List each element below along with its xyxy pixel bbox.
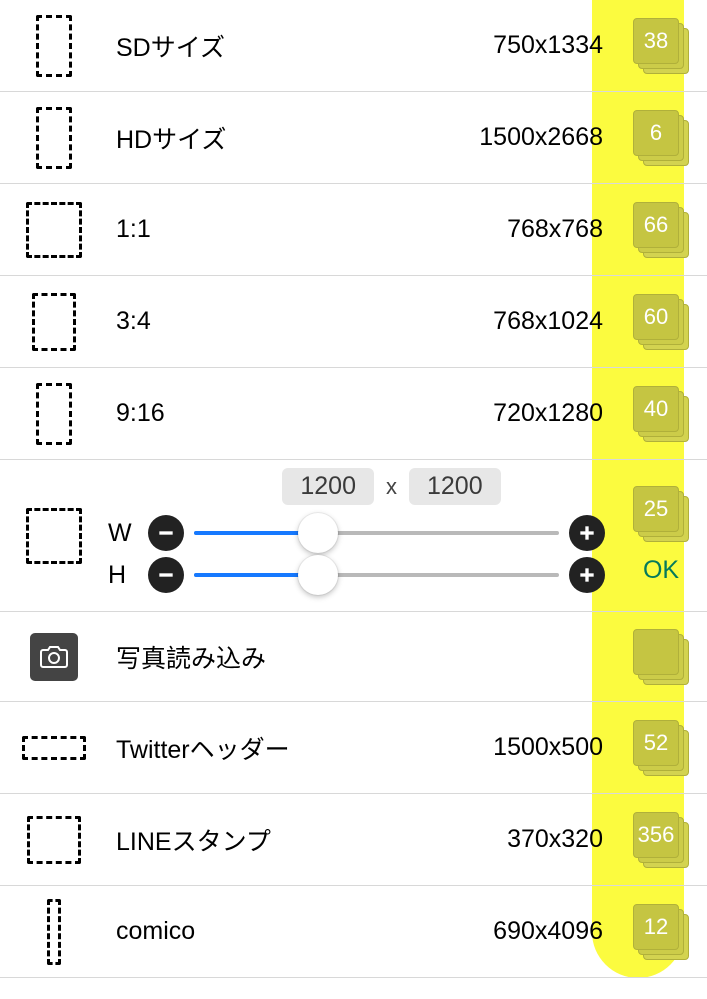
- preset-dimensions: 690x4096: [195, 917, 615, 946]
- layer-badge-count: 6: [633, 110, 679, 156]
- layer-badge-count: 12: [633, 904, 679, 950]
- layer-badge: 356: [633, 812, 689, 868]
- ok-label[interactable]: OK: [643, 556, 679, 585]
- height-slider[interactable]: [194, 557, 559, 593]
- preset-label: LINEスタンプ: [108, 822, 271, 858]
- aspect-icon: [26, 508, 82, 564]
- preset-dimensions: 768x768: [151, 215, 615, 244]
- layer-badge-count: 60: [633, 294, 679, 340]
- preset-row[interactable]: Twitterヘッダー1500x500 52: [0, 702, 707, 794]
- aspect-icon: [22, 736, 86, 760]
- layer-badge-count: 38: [633, 18, 679, 64]
- preset-dimensions: 720x1280: [165, 399, 615, 428]
- preset-dimensions: 1500x2668: [226, 123, 615, 152]
- custom-size-section: 1200 x 1200 WH 25 OK: [0, 460, 707, 612]
- layer-badge: 38: [633, 18, 689, 74]
- height-slider-thumb[interactable]: [298, 555, 338, 595]
- layer-badge: 60: [633, 294, 689, 350]
- dimension-separator: x: [386, 474, 397, 500]
- preset-dimensions: 1500x500: [290, 733, 615, 762]
- layer-badge: [633, 629, 689, 685]
- layer-badge: 40: [633, 386, 689, 442]
- preset-label: 1:1: [108, 215, 151, 244]
- preset-row[interactable]: LINEスタンプ370x320 356: [0, 794, 707, 886]
- aspect-icon: [36, 107, 72, 169]
- layer-badge: 25: [633, 486, 689, 542]
- layer-badge-count: 356: [633, 812, 679, 858]
- width-plus-button[interactable]: [569, 515, 605, 551]
- aspect-icon: [36, 15, 72, 77]
- layer-badge: 12: [633, 904, 689, 960]
- height-plus-button[interactable]: [569, 557, 605, 593]
- layer-badge: 52: [633, 720, 689, 776]
- preset-row[interactable]: SDサイズ750x1334 38: [0, 0, 707, 92]
- preset-dimensions: 768x1024: [151, 307, 615, 336]
- layer-badge-count: [633, 629, 679, 675]
- layer-badge: 66: [633, 202, 689, 258]
- width-slider[interactable]: [194, 515, 559, 551]
- preset-dimensions: 750x1334: [225, 31, 615, 60]
- preset-row[interactable]: HDサイズ1500x2668 6: [0, 92, 707, 184]
- aspect-icon: [36, 383, 72, 445]
- preset-label: comico: [108, 917, 195, 946]
- preset-row[interactable]: 1:1768x768 66: [0, 184, 707, 276]
- width-input[interactable]: 1200: [282, 468, 374, 505]
- width-slider-thumb[interactable]: [298, 513, 338, 553]
- layer-badge-count: 40: [633, 386, 679, 432]
- preset-label: HDサイズ: [108, 120, 226, 156]
- height-minus-button[interactable]: [148, 557, 184, 593]
- layer-badge: 6: [633, 110, 689, 166]
- aspect-icon: [32, 293, 76, 351]
- preset-row[interactable]: 9:16720x1280 40: [0, 368, 707, 460]
- preset-label: 9:16: [108, 399, 165, 428]
- preset-row[interactable]: comico690x4096 12: [0, 886, 707, 978]
- layer-badge-count: 25: [633, 486, 679, 532]
- camera-icon: [30, 633, 78, 681]
- height-input[interactable]: 1200: [409, 468, 501, 505]
- width-label: W: [108, 519, 138, 548]
- preset-label: SDサイズ: [108, 28, 225, 64]
- preset-dimensions: 370x320: [271, 825, 615, 854]
- photo-import-row[interactable]: 写真読み込み: [0, 612, 707, 702]
- photo-import-label: 写真読み込み: [108, 639, 266, 675]
- aspect-icon: [27, 816, 81, 864]
- height-label: H: [108, 561, 138, 590]
- aspect-icon: [26, 202, 82, 258]
- layer-badge-count: 52: [633, 720, 679, 766]
- width-minus-button[interactable]: [148, 515, 184, 551]
- preset-label: 3:4: [108, 307, 151, 336]
- preset-label: Twitterヘッダー: [108, 730, 290, 766]
- preset-row[interactable]: 3:4768x1024 60: [0, 276, 707, 368]
- layer-badge-count: 66: [633, 202, 679, 248]
- aspect-icon: [47, 899, 61, 965]
